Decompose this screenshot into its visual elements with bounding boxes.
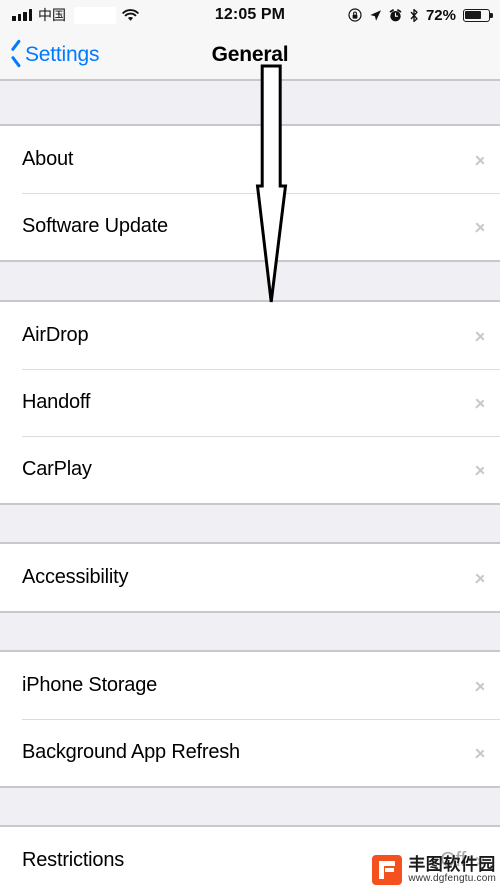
list-item[interactable]: About bbox=[0, 126, 500, 193]
group-spacer bbox=[0, 80, 500, 125]
list-item-label: Software Update bbox=[22, 215, 168, 237]
location-arrow-icon bbox=[369, 9, 382, 22]
group-spacer bbox=[0, 612, 500, 651]
rotation-lock-icon bbox=[348, 8, 362, 22]
navigation-bar: Settings General bbox=[0, 30, 500, 80]
chevron-left-icon bbox=[10, 44, 22, 65]
chevron-right-icon bbox=[475, 569, 486, 587]
chevron-right-icon bbox=[475, 744, 486, 762]
status-bar-clock: 12:05 PM bbox=[214, 6, 286, 23]
chevron-right-icon bbox=[475, 394, 486, 412]
group-spacer bbox=[0, 787, 500, 826]
list-item[interactable]: Accessibility bbox=[0, 544, 500, 611]
iphone-screen: 中国 12:05 PM 72% Settings General About S… bbox=[0, 0, 500, 889]
back-button-label: Settings bbox=[25, 42, 100, 66]
watermark-site-name: 丰图软件园 bbox=[408, 854, 496, 874]
settings-group-accessibility: Accessibility bbox=[0, 543, 500, 612]
chevron-right-icon bbox=[475, 461, 486, 479]
group-spacer bbox=[0, 261, 500, 301]
wifi-icon bbox=[122, 8, 139, 22]
watermark: 丰图软件园 www.dgfengtu.com bbox=[372, 855, 496, 885]
list-item[interactable]: AirDrop bbox=[0, 302, 500, 369]
list-item-label: Restrictions bbox=[22, 849, 125, 871]
list-item-label: About bbox=[22, 148, 74, 170]
list-item-label: CarPlay bbox=[22, 458, 92, 480]
bluetooth-icon bbox=[409, 8, 419, 23]
settings-group-storage: iPhone Storage Background App Refresh bbox=[0, 651, 500, 787]
status-bar: 中国 12:05 PM 72% bbox=[0, 0, 500, 30]
list-item-label: Background App Refresh bbox=[22, 741, 240, 763]
redacted-area bbox=[74, 6, 116, 24]
list-item[interactable]: Handoff bbox=[0, 369, 500, 436]
list-item-label: Handoff bbox=[22, 391, 91, 413]
battery-percent-label: 72% bbox=[425, 6, 456, 24]
list-item[interactable]: Background App Refresh bbox=[0, 719, 500, 786]
list-item[interactable]: iPhone Storage bbox=[0, 652, 500, 719]
chevron-right-icon bbox=[475, 218, 486, 236]
list-item[interactable]: CarPlay bbox=[0, 436, 500, 503]
chevron-right-icon bbox=[475, 677, 486, 695]
fengtu-logo-icon bbox=[372, 855, 403, 885]
alarm-clock-icon bbox=[389, 8, 402, 22]
settings-group-about: About Software Update bbox=[0, 125, 500, 261]
back-button-settings[interactable]: Settings bbox=[10, 43, 99, 67]
list-item-label: Accessibility bbox=[22, 566, 129, 588]
watermark-url: www.dgfengtu.com bbox=[408, 872, 496, 884]
list-item[interactable]: Software Update bbox=[0, 193, 500, 260]
settings-group-connectivity: AirDrop Handoff CarPlay bbox=[0, 301, 500, 504]
status-bar-left: 中国 bbox=[12, 5, 139, 25]
chevron-right-icon bbox=[475, 327, 486, 345]
list-item-label: AirDrop bbox=[22, 324, 89, 346]
settings-list: About Software Update AirDrop Handoff Ca… bbox=[0, 80, 500, 889]
status-bar-right: 72% bbox=[348, 6, 493, 24]
signal-bars-icon bbox=[12, 9, 32, 21]
watermark-text: 丰图软件园 www.dgfengtu.com bbox=[408, 854, 496, 884]
chevron-right-icon bbox=[475, 151, 486, 169]
carrier-label: 中国 bbox=[38, 7, 66, 23]
group-spacer bbox=[0, 504, 500, 543]
list-item-label: iPhone Storage bbox=[22, 674, 158, 696]
battery-icon bbox=[463, 8, 493, 22]
